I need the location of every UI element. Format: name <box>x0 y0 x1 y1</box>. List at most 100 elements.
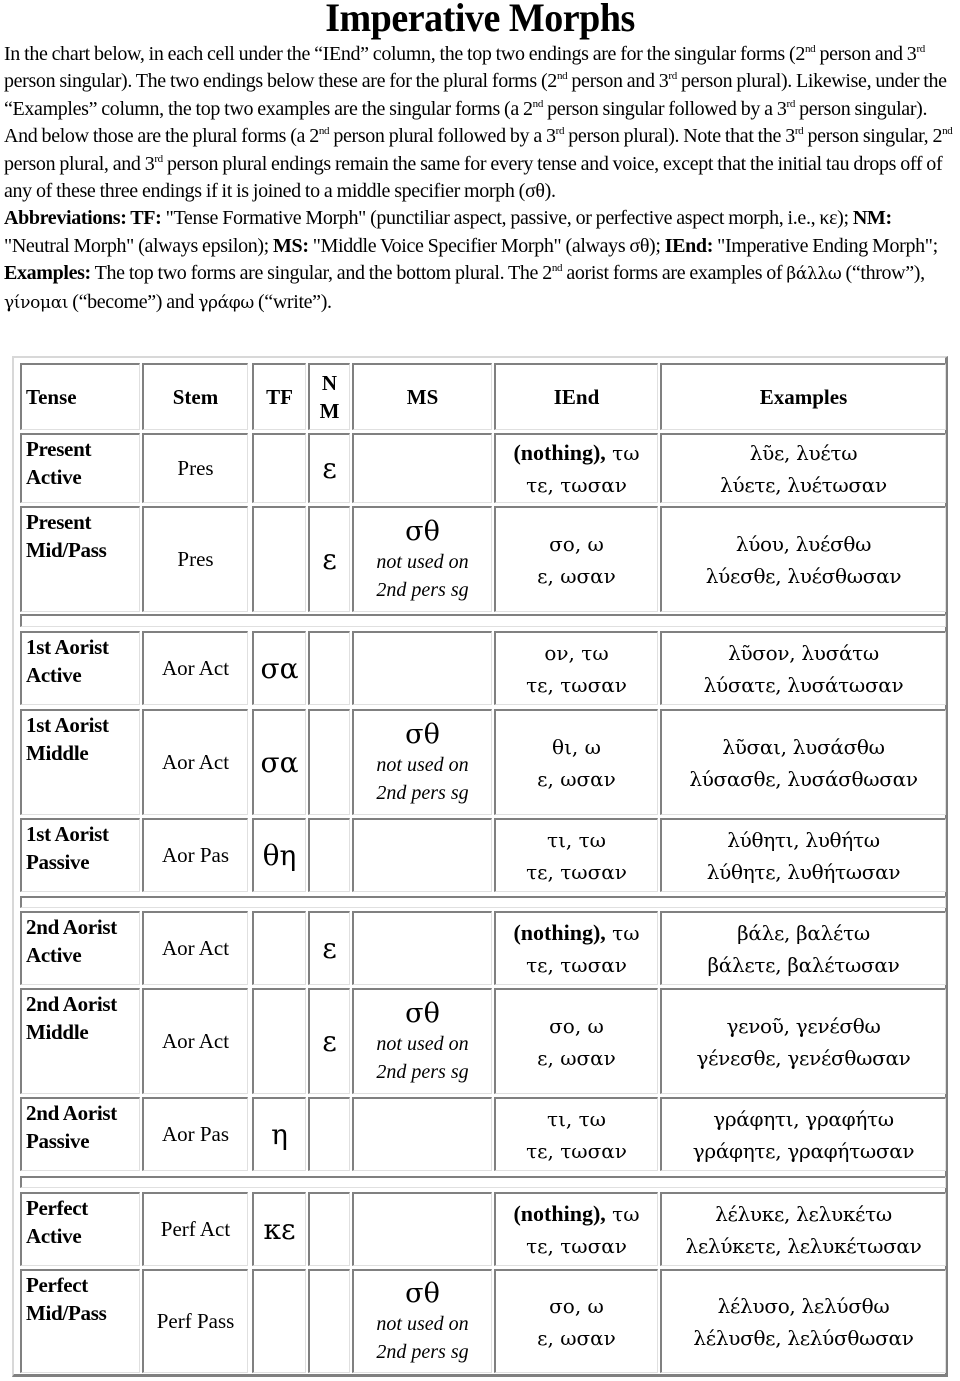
ms-note: not used on <box>376 1032 469 1055</box>
iend-plural: τε, τωσαν <box>526 859 627 884</box>
examples-cell: λύθητι, λυθήτω λύθητε, λυθήτωσαν <box>660 818 946 892</box>
stem-cell: Perf Act <box>142 1192 248 1266</box>
tense-label: 2nd Aorist <box>26 1101 117 1125</box>
examples-cell: γράφητι, γραφήτω γράφητε, γραφήτωσαν <box>660 1097 946 1171</box>
stem-value: Aor Pas <box>161 1122 230 1146</box>
stem-cell: Perf Pass <box>142 1269 248 1373</box>
header-nm: NM <box>308 363 350 430</box>
bold-term: IEnd: <box>664 234 714 257</box>
nm-cell: ε <box>308 988 350 1094</box>
header-stem: Stem <box>142 363 248 430</box>
ms-value: σθ <box>405 515 440 547</box>
examples-singular: λῦσαι, λυσάσθω <box>722 734 885 759</box>
nm-value: ε <box>322 932 337 965</box>
header-examples: Examples <box>660 363 946 430</box>
tense-cell: 1st Aorist Middle <box>20 709 140 815</box>
superscript: nd <box>532 97 544 110</box>
imperative-morphs-table: Tense Stem TF N M MS IEnd Examples Present Active… <box>12 356 948 1377</box>
header-label: M <box>319 399 340 423</box>
text-run: person singular). The two endings below … <box>4 70 557 93</box>
text-run: (“become”) and <box>68 290 199 313</box>
iend-cell: τι, τω τε, τωσαν <box>494 1097 658 1171</box>
examples-cell: λέλυσο, λελύσθω λέλυσθε, λελύσθωσαν <box>660 1269 946 1373</box>
tf-cell <box>252 506 306 612</box>
text-run: aorist forms are examples of <box>562 262 787 285</box>
iend-singular: σο, ω <box>549 1010 604 1042</box>
superscript: nd <box>942 125 953 138</box>
superscript: nd <box>804 43 816 55</box>
superscript: nd <box>318 125 330 138</box>
group-spacer-row <box>20 896 946 908</box>
tf-cell: σα <box>252 631 306 705</box>
tense-label: Passive <box>26 1129 90 1153</box>
examples-cell: βάλε, βαλέτω βάλετε, βαλέτωσαν <box>660 911 946 985</box>
tf-value: θη <box>262 839 297 872</box>
iend-singular: (nothing), τω <box>513 917 639 949</box>
tf-value: η <box>271 1118 288 1151</box>
stem-value: Perf Pass <box>156 1309 235 1333</box>
stem-value: Aor Act <box>161 656 230 680</box>
iend-singular: θι, ω <box>552 731 601 763</box>
ms-note: not used on <box>376 1312 469 1335</box>
examples-plural: λύετε, λυέτωσαν <box>720 472 887 497</box>
nm-cell: ε <box>308 433 350 503</box>
tense-label: Active <box>26 465 82 489</box>
iend-text: τι, τω <box>547 1106 606 1131</box>
superscript: rd <box>154 152 163 165</box>
header-tense: Tense <box>20 363 140 430</box>
text-run: "Neutral Morph" (always epsilon); <box>4 234 274 257</box>
header-label: N <box>321 371 338 395</box>
greek-word: γράφω <box>198 292 254 313</box>
ms-cell <box>352 1192 492 1266</box>
ms-note: 2nd pers sg <box>376 781 469 804</box>
tense-label: Mid/Pass <box>26 538 107 562</box>
iend-plural: ε, ωσαν <box>537 1045 616 1070</box>
header-label: MS <box>406 385 439 409</box>
tense-label: 2nd Aorist <box>26 915 117 939</box>
nm-value: ε <box>322 452 337 485</box>
tense-label: 1st Aorist <box>26 713 109 737</box>
examples-cell: λῦσαι, λυσάσθω λύσασθε, λυσάσθωσαν <box>660 709 946 815</box>
tf-cell <box>252 1269 306 1373</box>
iend-nothing: (nothing), <box>513 439 606 465</box>
examples-singular: λῦσον, λυσάτω <box>728 640 879 665</box>
stem-cell: Aor Act <box>142 988 248 1094</box>
bold-term: NM: <box>852 207 892 230</box>
iend-plural: τε, τωσαν <box>526 1233 627 1258</box>
stem-value: Pres <box>177 547 214 571</box>
superscript: rd <box>916 43 925 55</box>
tense-label: Active <box>26 943 82 967</box>
tense-cell: Present Active <box>20 433 140 503</box>
tense-label: Middle <box>26 741 89 765</box>
examples-singular: λύθητι, λυθήτω <box>727 827 880 852</box>
iend-plural: ε, ωσαν <box>537 1325 616 1350</box>
nm-cell: ε <box>308 911 350 985</box>
header-label: Tense <box>26 385 77 409</box>
examples-singular: γράφητι, γραφήτω <box>713 1106 894 1131</box>
iend-text: σο, ω <box>549 1013 604 1038</box>
iend-singular: ον, τω <box>544 637 608 669</box>
iend-cell: σο, ω ε, ωσαν <box>494 988 658 1094</box>
group-spacer-row <box>20 1176 946 1188</box>
header-label: TF <box>266 385 293 409</box>
nm-value: ε <box>322 1025 337 1058</box>
tense-cell: 1st Aorist Active <box>20 631 140 705</box>
tense-cell: Present Mid/Pass <box>20 506 140 612</box>
ms-note: not used on <box>376 550 469 573</box>
text-run: The top two forms are singular, and the … <box>90 262 553 285</box>
iend-singular: σο, ω <box>549 1290 604 1322</box>
examples-plural: λελύκετε, λελυκέτωσαν <box>685 1233 922 1258</box>
superscript: rd <box>668 70 677 83</box>
iend-plural: τε, τωσαν <box>526 672 627 697</box>
examples-singular: λέλυκε, λελυκέτω <box>715 1201 892 1226</box>
stem-cell: Pres <box>142 433 248 503</box>
stem-value: Aor Act <box>161 936 230 960</box>
text-run: person plural followed by a 3 <box>329 125 556 148</box>
iend-cell: σο, ω ε, ωσαν <box>494 1269 658 1373</box>
tense-cell: Perfect Mid/Pass <box>20 1269 140 1373</box>
tense-label: 1st Aorist <box>26 635 109 659</box>
header-tf: TF <box>252 363 306 430</box>
nm-cell: ε <box>308 506 350 612</box>
ms-note: 2nd pers sg <box>376 1060 469 1083</box>
tense-cell: 2nd Aorist Passive <box>20 1097 140 1171</box>
